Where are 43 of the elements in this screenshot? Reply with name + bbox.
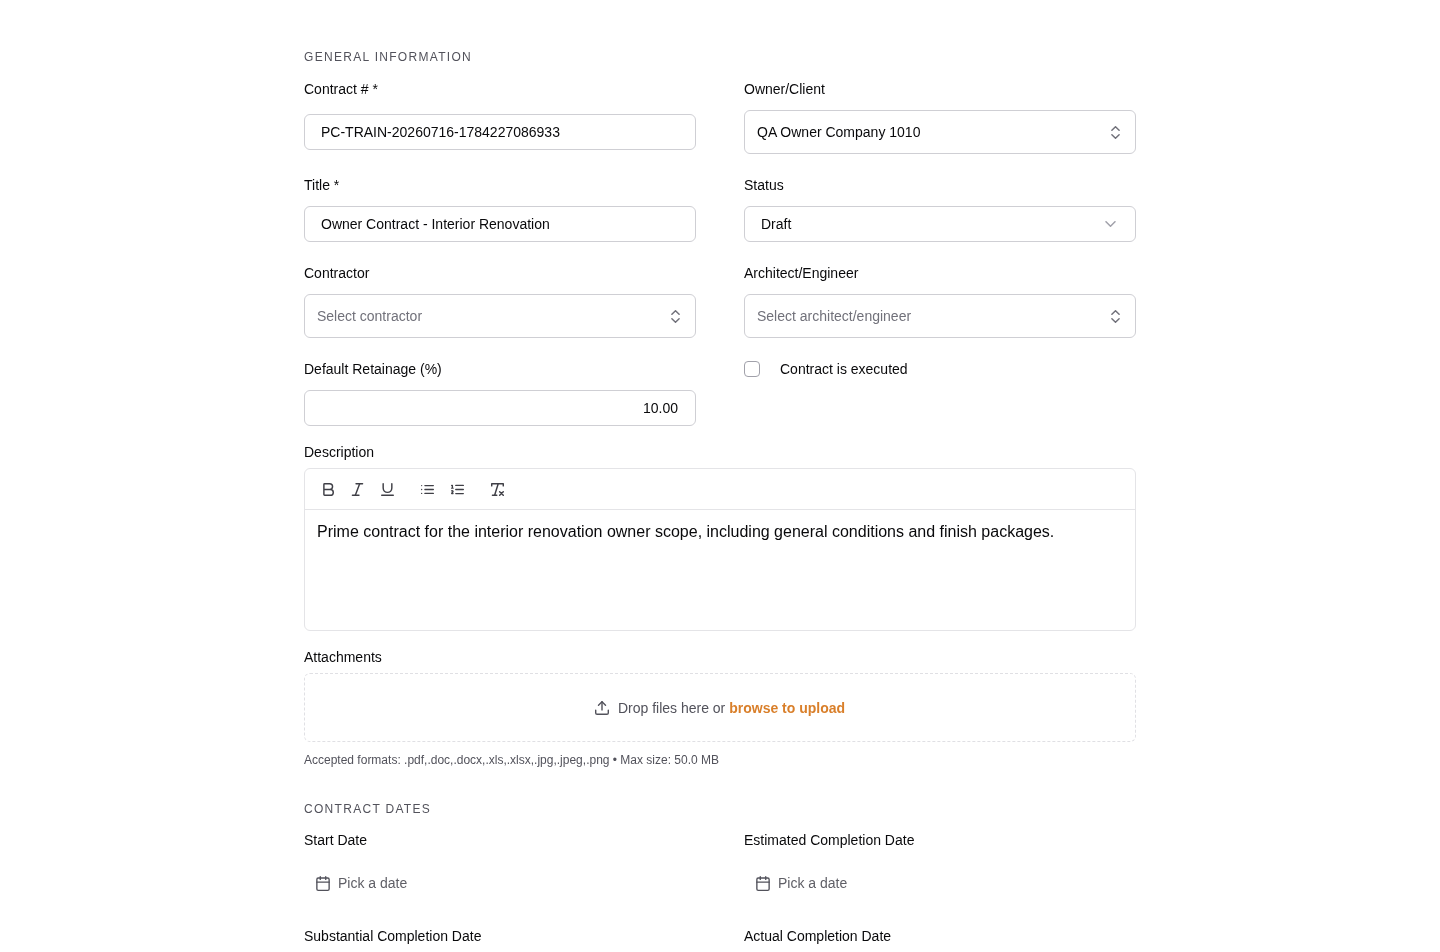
- editor-text-field[interactable]: Prime contract for the interior renovation owner scope, including general conditions and finish packages.: [305, 510, 1135, 630]
- select-field[interactable]: Draft: [744, 206, 1136, 242]
- field-label: Title *: [304, 176, 341, 195]
- field-label: Owner/Client: [744, 80, 826, 99]
- date-picker-button[interactable]: Pick a date: [744, 863, 860, 903]
- chevrons-up-down-icon: [1111, 309, 1120, 323]
- bold-icon: [320, 482, 334, 496]
- dropzone-text: Drop files here or browse to upload: [617, 698, 846, 718]
- upload-icon: [594, 700, 609, 715]
- field-label: Actual Completion Date: [744, 927, 892, 946]
- combobox-field[interactable]: Select contractor: [304, 294, 696, 338]
- chevron-down-icon: [1105, 221, 1116, 227]
- field-label: Estimated Completion Date: [744, 831, 915, 850]
- section-heading: GENERAL INFORMATION: [304, 49, 474, 66]
- clear-formatting-icon: [490, 482, 504, 496]
- bullet-list-icon: [420, 482, 434, 496]
- calendar-icon: [316, 875, 330, 891]
- field-label: Substantial Completion Date: [304, 927, 482, 946]
- section-heading: CONTRACT DATES: [304, 801, 433, 818]
- numbered-list-icon: [450, 482, 464, 496]
- calendar-icon: [756, 875, 770, 891]
- chevrons-up-down-icon: [1111, 125, 1120, 139]
- field-label: Start Date: [304, 831, 368, 850]
- field-label: Contract # *: [304, 80, 379, 99]
- field-label: Status: [744, 176, 785, 195]
- helper-text: Accepted formats: .pdf,.doc,.docx,.xls,.xlsx,.jpg,.jpeg,.png • Max size: 50.0 MB: [304, 752, 721, 768]
- field-label: Attachments: [304, 648, 383, 667]
- combobox-field[interactable]: Select architect/engineer: [744, 294, 1136, 338]
- text-field[interactable]: PC-TRAIN-20260716-1784227086933: [304, 114, 696, 150]
- combobox-field[interactable]: QA Owner Company 1010: [744, 110, 1136, 154]
- field-label: Default Retainage (%): [304, 360, 443, 379]
- text-field[interactable]: Owner Contract - Interior Renovation: [304, 206, 696, 242]
- file-dropzone[interactable]: Drop files here or browse to upload: [304, 673, 1136, 742]
- number-field[interactable]: 10.00: [304, 390, 696, 426]
- underline-icon: [380, 482, 394, 496]
- italic-icon: [350, 482, 364, 496]
- checkbox[interactable]: [744, 361, 760, 377]
- chevrons-up-down-icon: [671, 309, 680, 323]
- field-label: Contractor: [304, 264, 371, 283]
- field-label: Description: [304, 443, 376, 462]
- checkbox-label: Contract is executed: [780, 360, 908, 379]
- field-label: Architect/Engineer: [744, 264, 860, 283]
- date-picker-button[interactable]: Pick a date: [304, 863, 420, 903]
